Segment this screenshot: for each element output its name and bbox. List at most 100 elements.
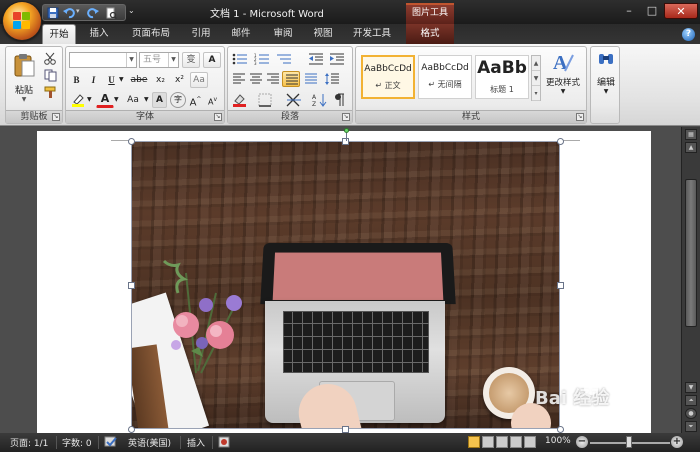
zoom-slider-thumb[interactable] <box>626 436 632 448</box>
web-layout-view-icon[interactable] <box>496 436 508 448</box>
undo-dropdown-icon[interactable]: ▾ <box>76 7 80 15</box>
line-spacing-icon[interactable] <box>324 73 340 85</box>
proofing-icon[interactable] <box>104 436 118 448</box>
shrink-font-button[interactable]: Av <box>205 92 220 108</box>
style-no-spacing[interactable]: AaBbCcDd ↵ 无间隔 <box>418 55 472 99</box>
inserted-picture[interactable] <box>131 141 560 429</box>
ruler-toggle-icon[interactable]: ▦ <box>685 129 697 140</box>
phonetic-guide-button[interactable]: 变 <box>182 52 200 68</box>
underline-dropdown-icon[interactable]: ▼ <box>119 76 124 83</box>
zoom-out-button[interactable]: − <box>576 436 588 448</box>
font-name-combo[interactable]: ▼ <box>69 52 137 68</box>
enclose-characters-button[interactable]: 字 <box>170 92 186 108</box>
change-styles-button[interactable]: A 更改样式 ▼ <box>542 51 584 109</box>
minimize-button[interactable]: – <box>618 3 640 19</box>
styles-dialog-launcher[interactable]: ↘ <box>576 113 584 121</box>
increase-indent-icon[interactable] <box>329 53 345 65</box>
tab-view[interactable]: 视图 <box>306 24 340 44</box>
tab-review[interactable]: 审阅 <box>266 24 300 44</box>
help-icon[interactable]: ? <box>682 28 695 41</box>
zoom-level[interactable]: 100% <box>545 436 571 446</box>
align-left-icon[interactable] <box>232 73 246 85</box>
page-count-status[interactable]: 页面: 1/1 <box>10 436 48 449</box>
zoom-in-button[interactable]: + <box>671 436 683 448</box>
subscript-button[interactable]: x₂ <box>152 72 169 88</box>
resize-handle-bottom-right[interactable] <box>557 426 564 433</box>
show-marks-icon[interactable] <box>332 93 346 107</box>
vertical-scrollbar[interactable]: ▦ ▲ ▼ ⏶ ● ⏷ <box>681 127 700 433</box>
word-count-status[interactable]: 字数: 0 <box>62 436 92 449</box>
multilevel-list-icon[interactable] <box>276 53 292 65</box>
bold-button[interactable]: B <box>69 72 84 88</box>
resize-handle-right[interactable] <box>557 282 564 289</box>
highlight-dropdown-icon[interactable]: ▼ <box>87 96 92 103</box>
print-preview-icon[interactable] <box>105 7 117 19</box>
sort-icon[interactable]: AZ <box>312 93 328 107</box>
cut-icon[interactable] <box>44 52 57 65</box>
change-case-button[interactable]: Aa <box>122 92 144 108</box>
tab-format[interactable]: 格式 <box>406 24 454 44</box>
insert-mode-status[interactable]: 插入 <box>187 436 205 449</box>
font-dialog-launcher[interactable]: ↘ <box>214 113 222 121</box>
customize-qat-icon[interactable]: ⌄ <box>128 6 135 15</box>
tab-mailings[interactable]: 邮件 <box>224 24 258 44</box>
macro-record-icon[interactable] <box>218 436 230 448</box>
format-painter-icon[interactable] <box>44 86 57 99</box>
next-page-icon[interactable]: ⏷ <box>685 421 697 432</box>
styles-gallery-scroll[interactable]: ▲ ▼ ▾ <box>531 55 541 101</box>
superscript-button[interactable]: x² <box>171 72 188 88</box>
outline-view-icon[interactable] <box>510 436 522 448</box>
tab-developer[interactable]: 开发工具 <box>346 24 398 44</box>
select-browse-object-icon[interactable]: ● <box>685 408 697 419</box>
paragraph-dialog-launcher[interactable]: ↘ <box>342 113 350 121</box>
resize-handle-top-left[interactable] <box>128 138 135 145</box>
resize-handle-left[interactable] <box>128 282 135 289</box>
style-heading-1[interactable]: AaBb 标题 1 <box>475 55 529 99</box>
align-center-icon[interactable] <box>249 73 263 85</box>
character-border-button[interactable]: A <box>203 52 221 68</box>
maximize-button[interactable]: □ <box>641 3 663 19</box>
borders-icon[interactable] <box>258 93 274 107</box>
align-right-icon[interactable] <box>266 73 280 85</box>
font-color-button[interactable]: A <box>96 92 114 108</box>
tab-references[interactable]: 引用 <box>184 24 218 44</box>
scroll-up-icon[interactable]: ▲ <box>532 56 540 71</box>
style-normal[interactable]: AaBbCcDd ↵ 正文 <box>361 55 415 99</box>
font-size-combo[interactable]: 五号 ▼ <box>139 52 179 68</box>
previous-page-icon[interactable]: ⏶ <box>685 395 697 406</box>
distributed-icon[interactable] <box>304 73 318 85</box>
resize-handle-bottom-left[interactable] <box>128 426 135 433</box>
more-icon[interactable]: ▾ <box>532 86 540 101</box>
redo-icon[interactable] <box>87 7 99 19</box>
chinese-layout-icon[interactable] <box>286 93 302 107</box>
numbering-icon[interactable]: 123 <box>254 53 270 65</box>
draft-view-icon[interactable] <box>524 436 536 448</box>
tab-insert[interactable]: 插入 <box>82 24 116 44</box>
strikethrough-button[interactable]: abe <box>128 72 150 88</box>
font-color-dropdown-icon[interactable]: ▼ <box>114 96 119 103</box>
editing-button[interactable]: 编辑 ▼ <box>593 51 619 107</box>
undo-icon[interactable] <box>63 7 75 19</box>
scroll-down-icon[interactable]: ▼ <box>532 71 540 86</box>
grow-font-button[interactable]: A^ <box>188 92 203 108</box>
resize-handle-top-right[interactable] <box>557 138 564 145</box>
save-icon[interactable] <box>47 7 59 19</box>
character-shading-button[interactable]: A <box>152 92 167 108</box>
clear-formatting-button[interactable]: Aa <box>190 72 208 88</box>
scroll-up-icon[interactable]: ▲ <box>685 142 697 153</box>
print-layout-view-icon[interactable] <box>468 436 480 448</box>
change-case-dropdown-icon[interactable]: ▼ <box>144 96 149 103</box>
paste-button[interactable]: 粘贴 ▼ <box>9 50 39 106</box>
close-button[interactable]: ✕ <box>664 3 698 19</box>
underline-button[interactable]: U <box>104 72 119 88</box>
scroll-down-icon[interactable]: ▼ <box>685 382 697 393</box>
decrease-indent-icon[interactable] <box>308 53 324 65</box>
tab-home[interactable]: 开始 <box>42 24 76 44</box>
justify-button[interactable] <box>282 71 300 87</box>
italic-button[interactable]: I <box>86 72 101 88</box>
shading-icon[interactable] <box>232 93 248 107</box>
language-status[interactable]: 英语(美国) <box>128 436 171 449</box>
bullets-icon[interactable] <box>232 53 248 65</box>
resize-handle-bottom[interactable] <box>342 426 349 433</box>
full-screen-reading-view-icon[interactable] <box>482 436 494 448</box>
